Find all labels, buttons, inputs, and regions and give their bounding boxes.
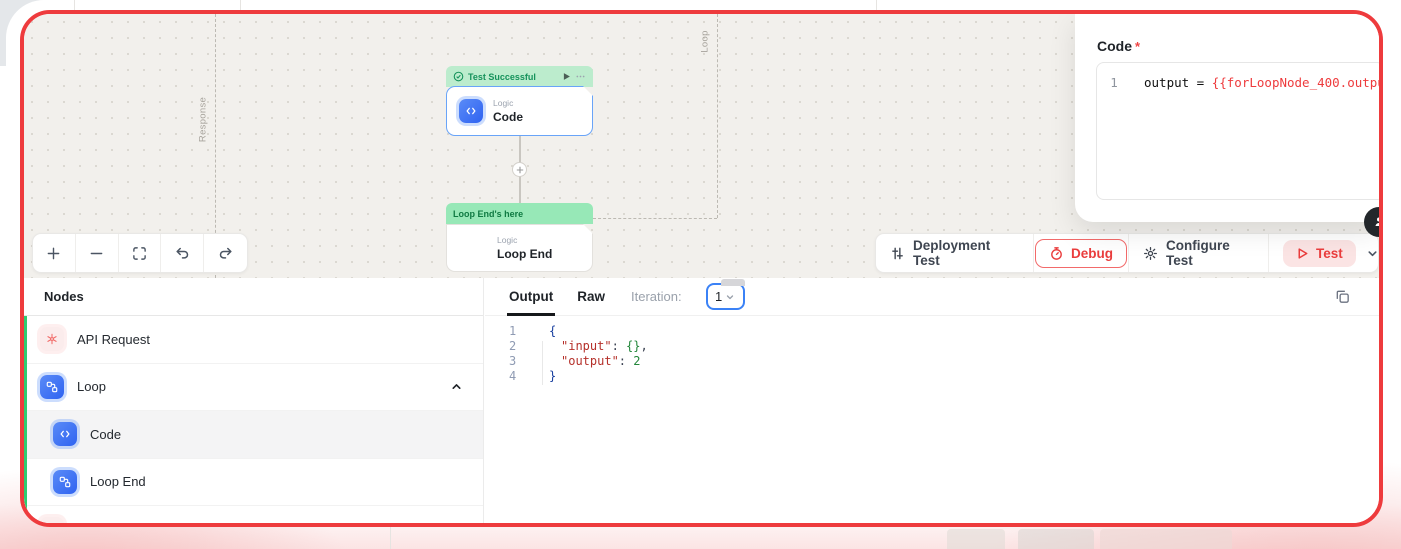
code-field-editor[interactable]: 1 output = {{forLoopNode_400.output.curr	[1096, 62, 1383, 200]
tab-output[interactable]: Output	[509, 278, 553, 315]
node-row[interactable]: Loop End	[24, 459, 483, 507]
debug-label: Debug	[1071, 246, 1113, 261]
gear-icon	[1143, 246, 1158, 261]
node-menu-icon[interactable]	[575, 72, 586, 81]
execution-success-bar	[24, 316, 27, 523]
node-title: Code	[493, 110, 523, 124]
fit-view-icon[interactable]	[119, 234, 162, 272]
play-icon	[1296, 247, 1309, 260]
iteration-select[interactable]: 1	[706, 283, 745, 310]
iteration-value: 1	[715, 289, 722, 304]
check-circle-icon	[453, 71, 464, 82]
test-status-text: Test Successful	[468, 72, 536, 82]
loop-icon	[53, 470, 77, 494]
chevron-down-icon[interactable]	[1366, 247, 1379, 260]
node-row[interactable]: Loop	[24, 364, 483, 412]
loop-end-badge: Loop End's here	[446, 203, 593, 224]
tab-raw[interactable]: Raw	[577, 278, 605, 315]
loop-region-label: Loop	[700, 12, 711, 72]
node-row-label: API Response	[77, 522, 160, 523]
json-line: 4}	[485, 369, 1379, 384]
test-successful-badge: Test Successful	[446, 66, 593, 87]
deployment-test-button[interactable]: Deployment Test	[876, 234, 1034, 272]
editor-line-number: 1	[1097, 75, 1131, 90]
json-line: 3"output": 2	[485, 354, 1379, 369]
json-line: 2"input": {},	[485, 339, 1379, 354]
nodes-panel-title: Nodes	[24, 278, 483, 316]
stopwatch-icon	[1049, 246, 1064, 261]
undo-icon[interactable]	[161, 234, 204, 272]
code-icon	[459, 99, 483, 123]
node-row-label: Loop End	[90, 474, 146, 489]
node-row[interactable]: API Response	[24, 506, 483, 523]
output-panel: Output Raw Iteration: 1 1{2"input": {},3…	[485, 278, 1379, 523]
background-divider	[876, 0, 877, 10]
deployment-test-label: Deployment Test	[913, 238, 1019, 268]
response-region-label: Response	[198, 85, 209, 155]
code-config-panel: Code* 1 output = {{forLoopNode_400.outpu…	[1075, 14, 1379, 222]
loop-region-boundary-bottom	[593, 218, 717, 219]
loop-end-badge-text: Loop End's here	[453, 209, 523, 219]
configure-test-button[interactable]: Configure Test	[1129, 234, 1269, 272]
test-label: Test	[1316, 246, 1343, 261]
zoom-in-button[interactable]	[33, 234, 76, 272]
background-divider	[390, 527, 391, 549]
node-category: Logic	[493, 98, 523, 108]
redo-icon[interactable]	[204, 234, 247, 272]
app-frame: Response Loop Test Successful	[20, 10, 1383, 527]
zoom-out-button[interactable]	[76, 234, 119, 272]
output-json-viewer[interactable]: 1{2"input": {},3"output": 24}	[485, 316, 1379, 384]
background-divider	[74, 0, 75, 10]
code-field-title: Code*	[1097, 38, 1140, 54]
sliders-icon	[890, 246, 905, 261]
test-button-segment: Test	[1269, 234, 1379, 272]
background-divider	[240, 0, 241, 10]
test-button[interactable]: Test	[1283, 240, 1356, 267]
nodes-list: API Request Loop Code Loop End API Respo…	[24, 316, 483, 523]
loop-end-node[interactable]: Logic Loop End	[446, 224, 593, 272]
background-chip	[1100, 529, 1232, 549]
debug-button-segment: Debug	[1034, 234, 1129, 272]
chevron-up-icon[interactable]	[450, 380, 463, 393]
chevron-down-icon	[725, 292, 735, 302]
node-row-label: Code	[90, 427, 121, 442]
run-node-icon[interactable]	[562, 72, 571, 81]
node-row[interactable]: API Request	[24, 316, 483, 364]
code-node[interactable]: Logic Code	[446, 86, 593, 136]
code-icon	[53, 422, 77, 446]
code-text: output =	[1144, 75, 1212, 90]
node-title: Loop End	[497, 247, 552, 261]
background-chip	[947, 529, 1005, 549]
template-expression: {{forLoopNode_400.output.curr	[1212, 75, 1383, 90]
nodes-sidebar: Nodes API Request Loop Code Loop End API…	[24, 278, 484, 523]
node-row-label: API Request	[77, 332, 150, 347]
panel-resize-handle[interactable]	[721, 279, 745, 286]
node-row[interactable]: Code	[24, 411, 483, 459]
node-category: Logic	[497, 235, 552, 245]
copy-icon[interactable]	[1334, 288, 1351, 305]
loop-icon	[40, 375, 64, 399]
required-marker: *	[1135, 39, 1140, 54]
indent-guide	[542, 341, 543, 385]
iteration-label: Iteration:	[631, 289, 682, 304]
json-line: 1{	[485, 324, 1379, 339]
loop-region-boundary	[717, 14, 718, 218]
node-row-label: Loop	[77, 379, 106, 394]
background-chip	[1018, 529, 1094, 549]
api-icon	[40, 517, 64, 523]
api-icon	[40, 327, 64, 351]
debug-button[interactable]: Debug	[1035, 239, 1127, 268]
add-node-button[interactable]	[512, 162, 527, 177]
configure-test-label: Configure Test	[1166, 238, 1254, 268]
canvas-toolbar	[32, 233, 248, 273]
test-toolbar: Deployment Test Debug Configure Test Tes…	[875, 233, 1379, 273]
output-tabs-row: Output Raw Iteration: 1	[485, 278, 1379, 316]
